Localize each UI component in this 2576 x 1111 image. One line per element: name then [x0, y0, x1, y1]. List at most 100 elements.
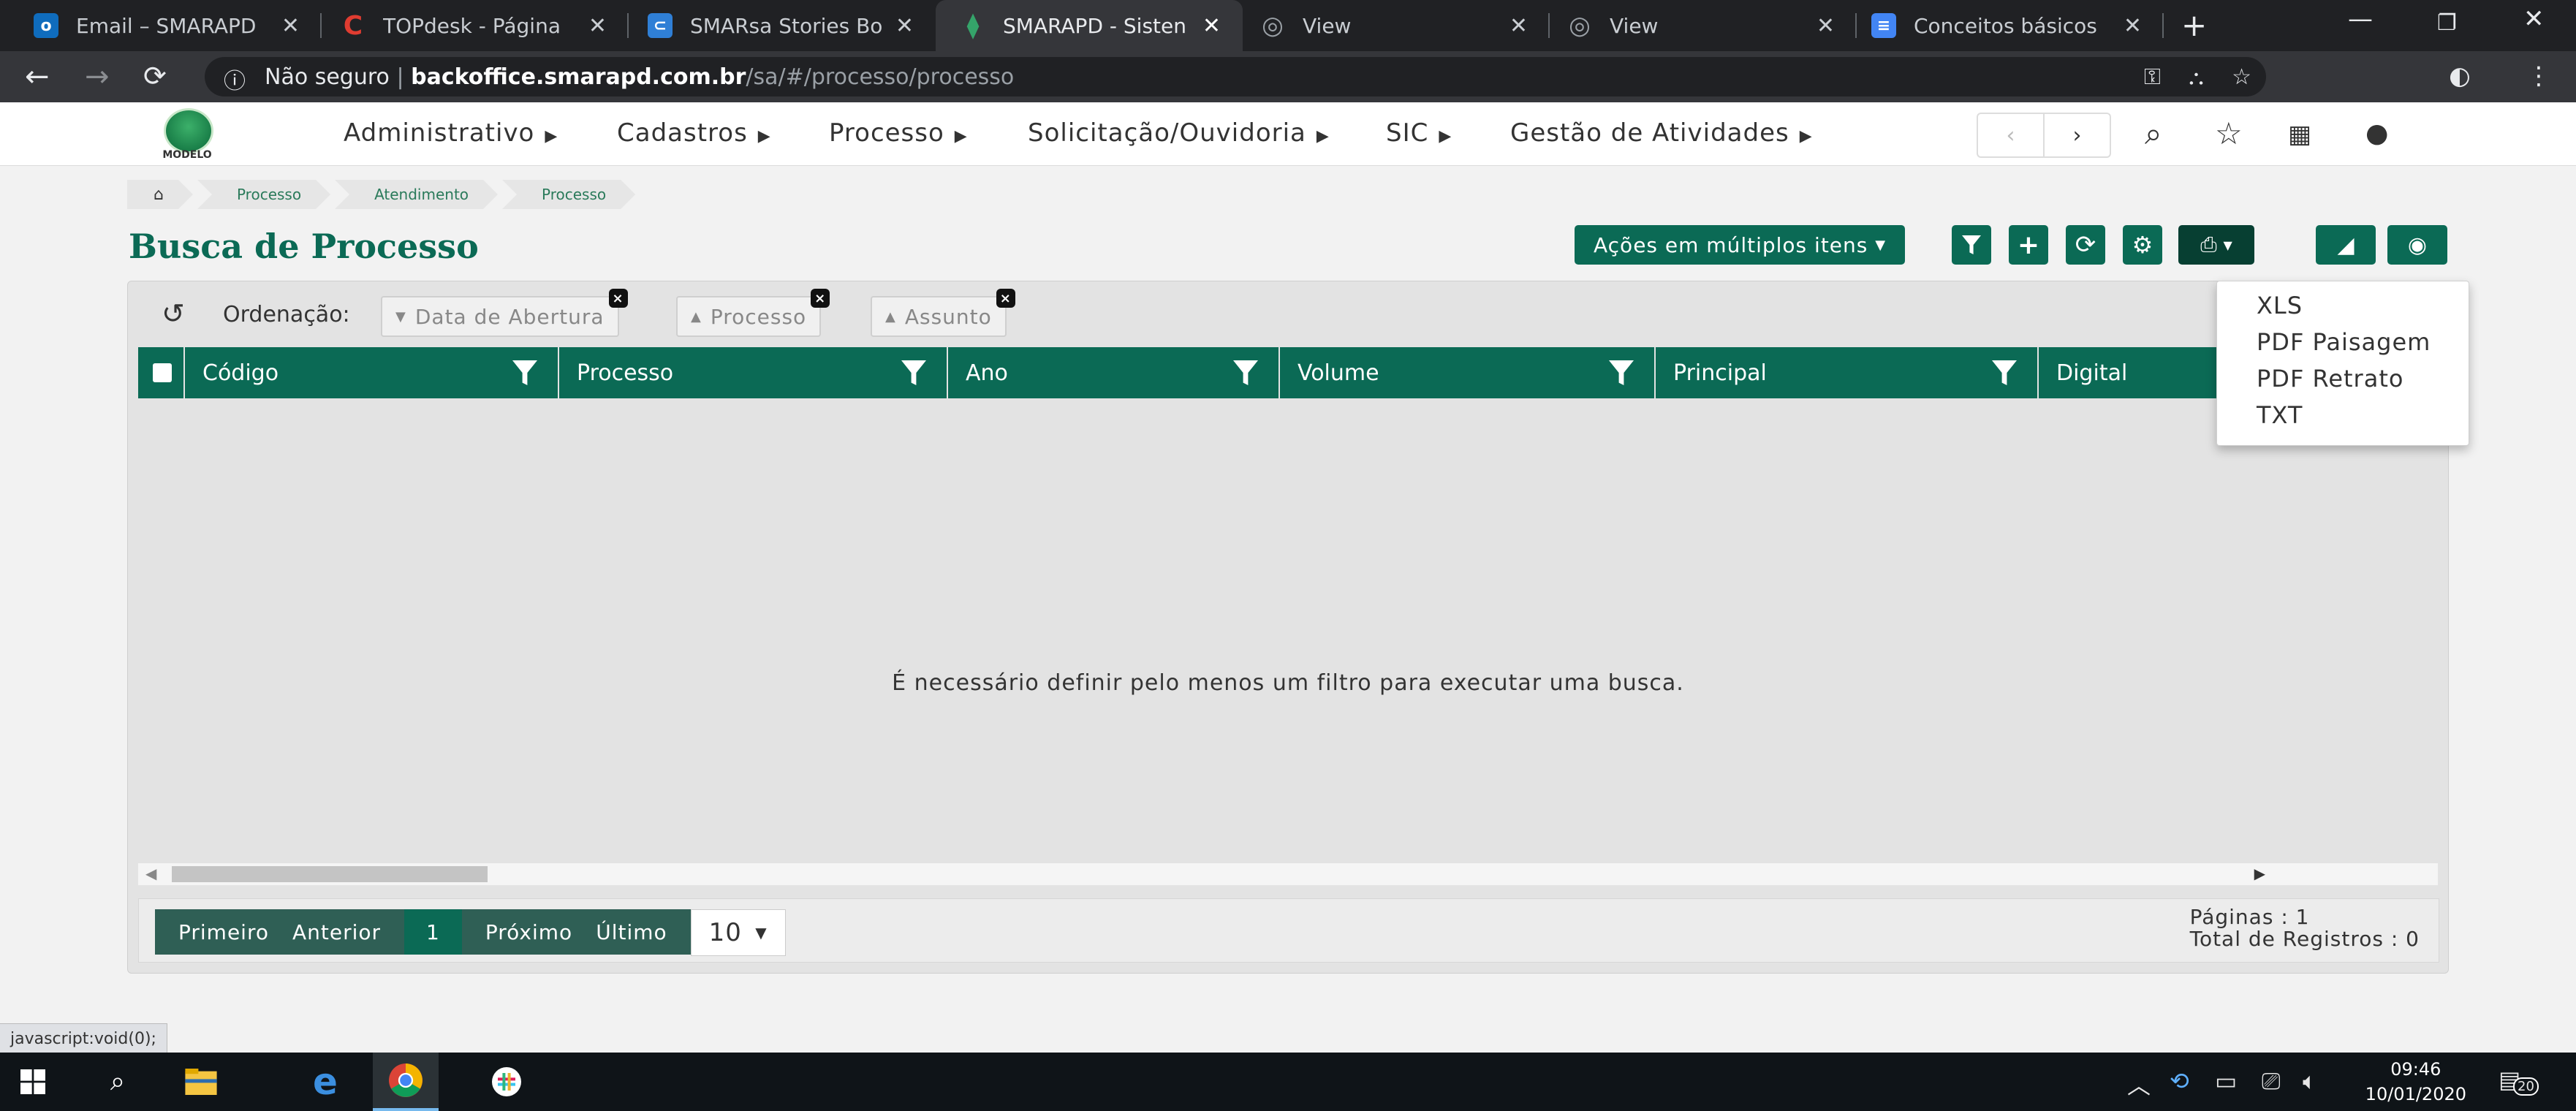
- close-tab-icon[interactable]: ✕: [588, 13, 607, 39]
- next-page-button[interactable]: Próximo: [461, 909, 596, 955]
- breadcrumb-home[interactable]: ⌂: [127, 180, 193, 209]
- back-button[interactable]: ←: [25, 60, 50, 94]
- page-size-select[interactable]: 10 ▼: [690, 909, 786, 956]
- search-icon[interactable]: ⌕: [2145, 115, 2162, 152]
- browser-tab[interactable]: o Email – SMARAPD ✕: [0, 0, 322, 51]
- sort-chip-data-abertura[interactable]: ▼ Data de Abertura ×: [381, 289, 628, 337]
- bulk-actions-button[interactable]: Ações em múltiplos itens ▼: [1575, 225, 1906, 265]
- reset-sort-icon[interactable]: ↺: [162, 297, 185, 330]
- column-codigo[interactable]: Código: [185, 347, 559, 398]
- close-tab-icon[interactable]: ✕: [1817, 13, 1835, 39]
- bookmark-star-icon[interactable]: ☆: [2232, 64, 2251, 90]
- remove-sort-icon[interactable]: ×: [608, 289, 628, 308]
- filter-icon[interactable]: [512, 360, 537, 385]
- browser-tab[interactable]: ≡ Conceitos básicos ✕: [1857, 0, 2164, 51]
- close-tab-icon[interactable]: ✕: [1509, 13, 1528, 39]
- export-pdf-portrait-item[interactable]: PDF Retrato: [2257, 365, 2403, 393]
- column-volume[interactable]: Volume: [1280, 347, 1656, 398]
- address-bar[interactable]: ⓘ Não seguro | backoffice.smarapd.com.br…: [205, 57, 2266, 96]
- browser-tab[interactable]: ◎ View ✕: [1550, 0, 1857, 51]
- close-tab-icon[interactable]: ✕: [1202, 13, 1221, 39]
- minimize-button[interactable]: —: [2348, 4, 2373, 34]
- close-tab-icon[interactable]: ✕: [2124, 13, 2142, 39]
- scroll-left-arrow-icon[interactable]: ◀: [145, 865, 156, 882]
- browser-tab[interactable]: ◎ View ✕: [1243, 0, 1550, 51]
- refresh-button[interactable]: ⟳: [2066, 225, 2105, 265]
- previous-page-button[interactable]: Anterior: [292, 909, 405, 955]
- menu-solicitacao-ouvidoria[interactable]: Solicitação/Ouvidoria ▶: [1028, 118, 1330, 148]
- forward-button[interactable]: →: [85, 60, 110, 94]
- slack-button[interactable]: [474, 1053, 539, 1111]
- settings-button[interactable]: ⚙: [2123, 225, 2162, 265]
- user-icon[interactable]: ●: [2365, 118, 2388, 148]
- close-window-button[interactable]: ✕: [2523, 4, 2545, 34]
- column-ano[interactable]: Ano: [948, 347, 1280, 398]
- menu-processo[interactable]: Processo ▶: [829, 118, 968, 148]
- system-clock[interactable]: 09:46 10/01/2020: [2365, 1057, 2466, 1107]
- menu-gestao-atividades[interactable]: Gestão de Atividades ▶: [1510, 118, 1813, 148]
- last-page-button[interactable]: Último: [596, 909, 691, 955]
- chrome-button[interactable]: [373, 1053, 439, 1111]
- browser-tab[interactable]: ⊂ SMARsa Stories Bo ✕: [629, 0, 936, 51]
- restore-button[interactable]: ❐: [2437, 10, 2457, 36]
- sort-chip-processo[interactable]: ▲ Processo ×: [676, 289, 830, 337]
- key-icon[interactable]: ⚿: [2144, 64, 2161, 90]
- start-button[interactable]: [0, 1053, 66, 1111]
- menu-scroll-left-button[interactable]: ‹: [1978, 114, 2043, 156]
- browser-tab-active[interactable]: ⧫ SMARAPD - Sisten ✕: [936, 0, 1243, 51]
- remove-sort-icon[interactable]: ×: [996, 289, 1015, 308]
- new-tab-button[interactable]: +: [2181, 7, 2207, 43]
- browser-tab[interactable]: C TOPdesk - Página ✕: [322, 0, 629, 51]
- filter-icon[interactable]: [1609, 360, 1634, 385]
- filter-button[interactable]: [1952, 225, 1991, 265]
- select-all-checkbox[interactable]: [138, 347, 185, 398]
- edge-button[interactable]: e: [292, 1053, 358, 1111]
- export-txt-item[interactable]: TXT: [2257, 401, 2303, 429]
- network-status-icon[interactable]: ⟲: [2170, 1067, 2189, 1095]
- current-page-button[interactable]: 1: [404, 909, 462, 955]
- horizontal-scrollbar[interactable]: ◀ ▶: [138, 863, 2438, 885]
- network-icon[interactable]: ⎚: [2262, 1067, 2281, 1096]
- breadcrumb-item[interactable]: Atendimento: [335, 180, 498, 209]
- volume-icon[interactable]: 🔈︎: [2303, 1067, 2316, 1096]
- show-hidden-icons-button[interactable]: ︿: [2127, 1067, 2151, 1101]
- menu-scroll-right-button[interactable]: ›: [2043, 114, 2110, 156]
- close-tab-icon[interactable]: ✕: [895, 13, 914, 39]
- translate-icon[interactable]: ⛬: [2189, 64, 2204, 90]
- battery-icon[interactable]: ▭: [2215, 1067, 2237, 1095]
- caret-right-icon: ▶: [1799, 127, 1813, 145]
- column-principal[interactable]: Principal: [1656, 347, 2039, 398]
- menu-sic[interactable]: SIC ▶: [1386, 118, 1452, 148]
- info-icon[interactable]: ⓘ: [224, 63, 246, 95]
- close-tab-icon[interactable]: ✕: [281, 13, 300, 39]
- menu-administrativo[interactable]: Administrativo ▶: [344, 118, 558, 148]
- file-explorer-button[interactable]: [168, 1053, 234, 1111]
- sort-chip-assunto[interactable]: ▲ Assunto ×: [871, 289, 1015, 337]
- print-button[interactable]: ⎙ ▼: [2178, 225, 2254, 265]
- filter-icon[interactable]: [1992, 360, 2017, 385]
- add-button[interactable]: +: [2009, 225, 2048, 265]
- pagination-stats: Páginas : 1 Total de Registros : 0: [2190, 906, 2420, 950]
- menu-cadastros[interactable]: Cadastros ▶: [617, 118, 771, 148]
- filter-icon[interactable]: [901, 360, 926, 385]
- search-button[interactable]: ⌕: [85, 1053, 151, 1111]
- scrollbar-thumb[interactable]: [172, 866, 488, 882]
- notifications-button[interactable]: ▤ 20: [2499, 1066, 2539, 1098]
- export-pdf-landscape-item[interactable]: PDF Paisagem: [2257, 328, 2431, 356]
- remove-sort-icon[interactable]: ×: [811, 289, 830, 308]
- scroll-right-arrow-icon[interactable]: ▶: [2254, 865, 2265, 882]
- profile-avatar-icon[interactable]: ◐: [2449, 61, 2471, 91]
- favorites-star-icon[interactable]: ☆: [2215, 115, 2243, 151]
- breadcrumb-item[interactable]: Processo: [197, 180, 330, 209]
- logo[interactable]: MODELO: [149, 108, 225, 162]
- export-xls-item[interactable]: XLS: [2257, 292, 2303, 319]
- view-button[interactable]: ◉: [2387, 225, 2447, 265]
- clear-button[interactable]: ◢: [2316, 225, 2376, 265]
- browser-menu-icon[interactable]: ⋮: [2526, 61, 2551, 91]
- first-page-button[interactable]: Primeiro: [155, 909, 292, 955]
- apps-grid-icon[interactable]: ▦: [2288, 120, 2311, 149]
- column-processo[interactable]: Processo: [559, 347, 948, 398]
- filter-icon[interactable]: [1233, 360, 1258, 385]
- reload-button[interactable]: ⟳: [143, 60, 167, 92]
- docs-icon: ≡: [1871, 13, 1896, 38]
